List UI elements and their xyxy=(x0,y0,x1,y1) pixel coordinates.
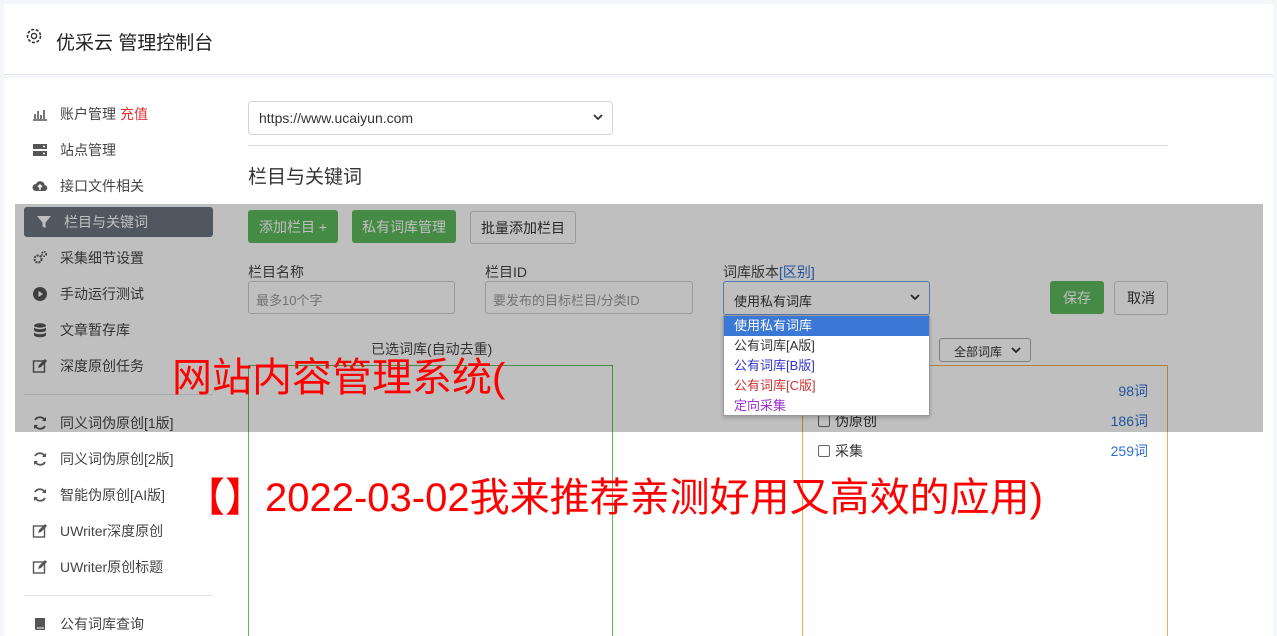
sidebar-item-label: UWriter原创标题 xyxy=(60,559,164,575)
lib-row-count: 259词 xyxy=(1110,443,1148,459)
sidebar-item-label: 站点管理 xyxy=(60,142,116,158)
lib-row[interactable]: 采集 259词 xyxy=(818,441,1148,461)
sidebar-item-account[interactable]: 账户管理 充值 xyxy=(20,99,209,129)
sidebar-item-label: 公有词库查询 xyxy=(60,616,144,632)
lib-row-label: 采集 xyxy=(835,443,863,459)
server-icon xyxy=(33,144,47,156)
overlay-caption-line2: 【】2022-03-02我来推荐亲测好用又高效的应用) xyxy=(185,476,1043,520)
recharge-link[interactable]: 充值 xyxy=(120,104,148,124)
top-bar: 优采云 管理控制台 xyxy=(4,4,1273,75)
site-select-value: https://www.ucaiyun.com xyxy=(259,110,414,126)
cloud-upload-icon xyxy=(32,181,48,192)
sidebar-item-synonym-v2[interactable]: 同义词伪原创[2版] xyxy=(20,444,209,474)
dropdown-option[interactable]: 公有词库[A版] xyxy=(724,336,929,356)
sidebar-item-ai-original[interactable]: 智能伪原创[AI版] xyxy=(20,480,209,510)
app-title: 优采云 管理控制台 xyxy=(56,33,214,54)
version-dropdown: 使用私有词库 公有词库[A版] 公有词库[B版] 公有词库[C版] 定向采集 xyxy=(723,315,930,416)
chevron-down-icon xyxy=(593,114,603,121)
edit-icon xyxy=(32,524,47,538)
dropdown-option[interactable]: 公有词库[B版] xyxy=(724,356,929,376)
sidebar-item-uwriter-title[interactable]: UWriter原创标题 xyxy=(20,552,209,582)
sidebar-item-label: 账户管理 xyxy=(60,106,116,122)
dropdown-option[interactable]: 定向采集 xyxy=(724,396,929,416)
gear-icon xyxy=(26,28,42,44)
lib-checkbox[interactable] xyxy=(818,445,830,457)
page: { "app": { "title": "优采云 管理控制台" }, "side… xyxy=(0,0,1277,636)
overlay-caption-line1: 网站内容管理系统( xyxy=(172,356,506,400)
divider xyxy=(248,145,1168,146)
sidebar-item-label: 智能伪原创[AI版] xyxy=(60,487,166,503)
book-icon xyxy=(35,618,45,630)
refresh-icon xyxy=(34,488,46,502)
section-title: 栏目与关键词 xyxy=(248,167,363,188)
sidebar-item-sites[interactable]: 站点管理 xyxy=(20,135,209,165)
refresh-icon xyxy=(34,452,46,466)
dropdown-option[interactable]: 使用私有词库 xyxy=(724,316,929,336)
sidebar-item-interface[interactable]: 接口文件相关 xyxy=(20,171,209,201)
bar-chart-icon xyxy=(33,110,47,121)
site-select[interactable]: https://www.ucaiyun.com xyxy=(248,101,613,135)
sidebar-item-label: 接口文件相关 xyxy=(60,178,144,194)
sidebar-divider xyxy=(24,595,213,596)
edit-icon xyxy=(32,560,47,574)
sidebar-item-label: 同义词伪原创[2版] xyxy=(60,451,174,467)
sidebar-item-public-lib[interactable]: 公有词库查询 xyxy=(20,609,209,636)
sidebar-item-label: UWriter深度原创 xyxy=(60,523,164,539)
sidebar-item-uwriter-deep[interactable]: UWriter深度原创 xyxy=(20,516,209,546)
dropdown-option[interactable]: 公有词库[C版] xyxy=(724,376,929,396)
